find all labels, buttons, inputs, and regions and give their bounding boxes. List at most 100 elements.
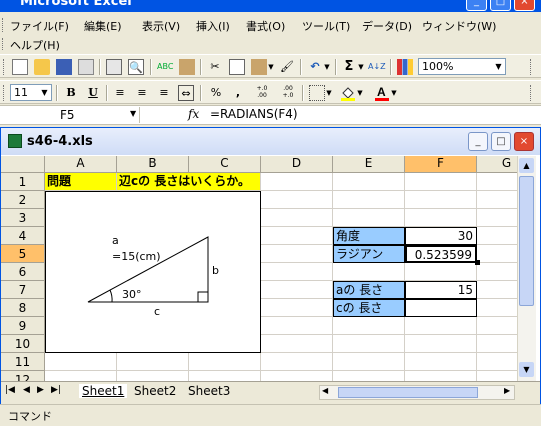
print-icon[interactable]	[106, 59, 122, 75]
scroll-thumb[interactable]	[519, 176, 534, 306]
sheet-tab-1[interactable]: Sheet1	[79, 384, 128, 398]
cell-D7[interactable]	[261, 281, 333, 299]
cell-G1[interactable]	[477, 173, 517, 191]
cell-B12[interactable]	[117, 371, 189, 381]
row-header-9[interactable]: 9	[1, 317, 45, 335]
cell-D5[interactable]	[261, 245, 333, 263]
worksheet-grid[interactable]: A B C D E F G 1 2 3 4 5 6 7 8 9 10 11 12 問題 辺cの 長さはいくらか。 角度 30…	[1, 156, 517, 381]
undo-icon[interactable]: ↶	[307, 59, 323, 75]
cell-value-F7[interactable]: 15	[405, 281, 477, 299]
menu-window[interactable]: ウィンドウ(W)	[422, 18, 496, 34]
cell-G4[interactable]	[477, 227, 517, 245]
scroll-right-icon[interactable]: ▶	[504, 386, 510, 395]
cell-value-B1[interactable]: 辺cの 長さはいくらか。	[117, 173, 261, 191]
cell-E12[interactable]	[333, 371, 405, 381]
cell-value-F8[interactable]	[405, 299, 477, 317]
cell-G12[interactable]	[477, 371, 517, 381]
scroll-left-icon[interactable]: ◀	[322, 386, 328, 395]
cell-G10[interactable]	[477, 335, 517, 353]
autosum-dropdown-icon[interactable]: ▼	[357, 59, 365, 75]
cell-value-E7[interactable]: aの 長さ	[333, 281, 405, 299]
cell-E2[interactable]	[333, 191, 405, 209]
h-scroll-thumb[interactable]	[338, 387, 478, 398]
cell-E11[interactable]	[333, 353, 405, 371]
last-sheet-icon[interactable]: ▶|	[51, 385, 61, 395]
scroll-up-icon[interactable]: ▲	[519, 158, 534, 173]
cell-G8[interactable]	[477, 299, 517, 317]
font-color-icon[interactable]: A	[374, 85, 390, 101]
cell-G3[interactable]	[477, 209, 517, 227]
permission-icon[interactable]	[78, 59, 94, 75]
research-icon[interactable]	[179, 59, 195, 75]
print-preview-icon[interactable]: 🔍	[128, 59, 144, 75]
cell-G6[interactable]	[477, 263, 517, 281]
column-header-D[interactable]: D	[261, 156, 333, 173]
horizontal-scrollbar[interactable]: ◀ ▶	[319, 385, 515, 400]
new-icon[interactable]	[12, 59, 28, 75]
borders-dropdown-icon[interactable]: ▼	[325, 85, 333, 101]
autosum-icon[interactable]: Σ	[341, 59, 357, 75]
fill-dropdown-icon[interactable]: ▼	[356, 85, 364, 101]
cell-C12[interactable]	[189, 371, 261, 381]
formula-input[interactable]: =RADIANS(F4)	[210, 107, 298, 121]
column-header-C[interactable]: C	[189, 156, 261, 173]
row-header-5[interactable]: 5	[1, 245, 45, 263]
sheet-tab-3[interactable]: Sheet3	[185, 384, 233, 398]
row-header-11[interactable]: 11	[1, 353, 45, 371]
font-size-select[interactable]: 11 ▼	[10, 84, 52, 101]
align-left-icon[interactable]: ≡	[112, 85, 128, 101]
first-sheet-icon[interactable]: |◀	[5, 385, 15, 395]
name-box[interactable]: F5 ▼	[4, 107, 140, 123]
cell-G11[interactable]	[477, 353, 517, 371]
cell-D6[interactable]	[261, 263, 333, 281]
chevron-down-icon[interactable]: ▼	[492, 59, 505, 74]
cell-G7[interactable]	[477, 281, 517, 299]
zoom-select[interactable]: 100% ▼	[418, 58, 506, 75]
cell-D10[interactable]	[261, 335, 333, 353]
cell-C11[interactable]	[189, 353, 261, 371]
column-header-A[interactable]: A	[45, 156, 117, 173]
menu-file[interactable]: ファイル(F)	[10, 18, 69, 34]
row-header-12[interactable]: 12	[1, 371, 45, 381]
workbook-close-button[interactable]: ×	[514, 132, 534, 151]
align-center-icon[interactable]: ≡	[134, 85, 150, 101]
cell-D12[interactable]	[261, 371, 333, 381]
format-painter-icon[interactable]: 🖌	[279, 59, 295, 75]
vertical-scrollbar[interactable]: ▲ ▼	[517, 156, 536, 381]
chevron-down-icon[interactable]: ▼	[38, 85, 51, 100]
fill-color-icon[interactable]	[340, 85, 356, 101]
increase-decimal-icon[interactable]: +.0 .00	[252, 85, 272, 101]
align-right-icon[interactable]: ≡	[156, 85, 172, 101]
save-icon[interactable]	[56, 59, 72, 75]
cell-E3[interactable]	[333, 209, 405, 227]
maximize-button[interactable]: □	[490, 0, 511, 11]
column-header-G[interactable]: G	[477, 156, 517, 173]
chevron-down-icon[interactable]: ▼	[130, 109, 136, 118]
menu-format[interactable]: 書式(O)	[246, 18, 285, 34]
copy-icon[interactable]	[229, 59, 245, 75]
toolbar-options-icon[interactable]	[530, 85, 534, 101]
cell-F2[interactable]	[405, 191, 477, 209]
cut-icon[interactable]: ✂	[207, 59, 223, 75]
open-icon[interactable]	[34, 59, 50, 75]
minimize-button[interactable]: _	[466, 0, 487, 11]
borders-icon[interactable]	[309, 85, 325, 101]
cell-E6[interactable]	[333, 263, 405, 281]
menu-help[interactable]: ヘルプ(H)	[10, 37, 60, 53]
cell-F3[interactable]	[405, 209, 477, 227]
toolbar-grip[interactable]	[3, 59, 7, 75]
cell-E10[interactable]	[333, 335, 405, 353]
column-header-E[interactable]: E	[333, 156, 405, 173]
menu-insert[interactable]: 挿入(I)	[196, 18, 230, 34]
row-header-7[interactable]: 7	[1, 281, 45, 299]
workbook-minimize-button[interactable]: _	[468, 132, 488, 151]
row-header-2[interactable]: 2	[1, 191, 45, 209]
bold-icon[interactable]: B	[63, 85, 79, 101]
close-button[interactable]: ×	[514, 0, 535, 11]
spelling-icon[interactable]: ABC	[157, 59, 173, 75]
cell-G2[interactable]	[477, 191, 517, 209]
cell-value-E4[interactable]: 角度	[333, 227, 405, 245]
decrease-decimal-icon[interactable]: .00 +.0	[278, 85, 298, 101]
row-header-3[interactable]: 3	[1, 209, 45, 227]
row-header-6[interactable]: 6	[1, 263, 45, 281]
